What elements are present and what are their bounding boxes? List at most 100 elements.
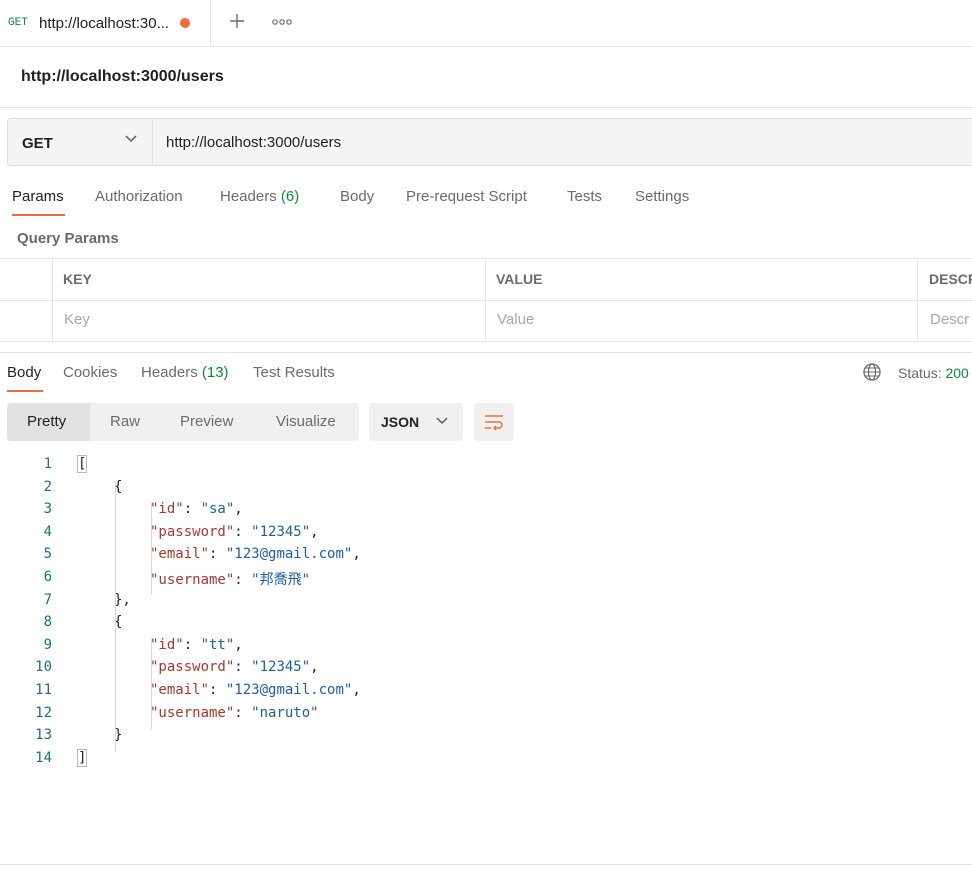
- line-number: 12: [35, 704, 52, 721]
- wrap-lines-icon: [484, 413, 504, 436]
- table-border: [0, 258, 972, 259]
- code-line: 5 "email": "123@gmail.com",: [0, 546, 972, 568]
- tab-params[interactable]: Params: [12, 188, 64, 205]
- tab-method-label: GET: [8, 17, 28, 29]
- value-input[interactable]: Value: [497, 311, 534, 328]
- line-number: 5: [43, 546, 52, 563]
- indent-guide: [151, 503, 152, 594]
- column-header-description: DESCR: [929, 271, 972, 287]
- line-number: 7: [43, 591, 52, 608]
- view-mode-selector: Pretty Raw Preview Visualize: [7, 403, 359, 441]
- tab-tests[interactable]: Tests: [567, 188, 602, 205]
- request-title[interactable]: http://localhost:3000/users: [21, 68, 224, 86]
- line-number: 1: [43, 456, 52, 472]
- url-bar: GET http://localhost:3000/users: [7, 118, 972, 166]
- code-text: "username": "邦喬飛": [150, 572, 311, 588]
- chevron-down-icon: [124, 131, 138, 148]
- tab-label: Params: [12, 188, 64, 205]
- method-select[interactable]: GET: [8, 119, 153, 165]
- line-number: 4: [43, 523, 52, 540]
- response-status: Status: 200: [898, 365, 969, 381]
- column-header-key: KEY: [63, 271, 92, 287]
- code-line: 12 "username": "naruto": [0, 705, 972, 727]
- tab-body[interactable]: Body: [340, 188, 374, 205]
- indent-guide: [151, 638, 152, 730]
- response-tab-test-results[interactable]: Test Results: [253, 364, 335, 381]
- code-text: },: [114, 591, 131, 608]
- tab-bar: GET http://localhost:30...: [0, 0, 972, 47]
- code-line: 7},: [0, 592, 972, 614]
- tab-label: Test Results: [253, 364, 335, 381]
- more-horizontal-icon[interactable]: [272, 14, 292, 30]
- code-line: 6 "username": "邦喬飛": [0, 569, 972, 591]
- code-line: 3 "id": "sa",: [0, 501, 972, 523]
- response-divider: [0, 352, 972, 353]
- code-text: "email": "123@gmail.com",: [150, 546, 361, 563]
- response-tab-body[interactable]: Body: [7, 364, 41, 381]
- tab-title: http://localhost:30...: [39, 15, 170, 32]
- tab-pre-request-script[interactable]: Pre-request Script: [406, 188, 527, 205]
- code-text: ]: [76, 748, 88, 767]
- code-text: "password": "12345",: [150, 523, 319, 540]
- code-line: 11 "email": "123@gmail.com",: [0, 682, 972, 704]
- code-line: 9 "id": "tt",: [0, 637, 972, 659]
- query-params-title: Query Params: [17, 230, 119, 247]
- response-tab-headers[interactable]: Headers (13): [141, 364, 229, 381]
- line-number: 11: [35, 682, 52, 698]
- tab-label: Headers: [141, 364, 198, 381]
- tab-label: Tests: [567, 188, 603, 205]
- tab-label: Pre-request Script: [406, 188, 527, 205]
- line-number: 2: [43, 478, 52, 495]
- chevron-down-icon: [435, 413, 449, 430]
- view-mode-pretty-label[interactable]: Pretty: [27, 413, 66, 430]
- tab-label: Settings: [635, 188, 690, 205]
- tab-label: Body: [7, 364, 42, 381]
- tab-label: Headers: [220, 188, 277, 205]
- response-tab-cookies[interactable]: Cookies: [63, 364, 117, 381]
- tab-authorization[interactable]: Authorization: [95, 188, 183, 205]
- line-number: 6: [43, 569, 52, 585]
- code-line: 2{: [0, 479, 972, 501]
- method-select-value: GET: [22, 135, 53, 152]
- table-border: [0, 341, 972, 342]
- key-input[interactable]: Key: [64, 311, 90, 328]
- code-line: 4 "password": "12345",: [0, 524, 972, 546]
- column-header-value: VALUE: [496, 271, 543, 287]
- description-input[interactable]: Descr: [930, 311, 969, 328]
- code-text: "username": "naruto": [150, 704, 319, 721]
- response-headers-count-badge: (13): [201, 364, 229, 381]
- headers-count-badge: (6): [280, 188, 300, 205]
- line-number: 10: [35, 659, 52, 676]
- url-input[interactable]: http://localhost:3000/users: [166, 134, 341, 151]
- code-line: 10 "password": "12345",: [0, 659, 972, 681]
- status-code: 200: [945, 365, 969, 381]
- line-number: 8: [43, 614, 52, 631]
- view-mode-visualize[interactable]: Visualize: [276, 413, 336, 430]
- code-line: 13}: [0, 727, 972, 749]
- tab-label: Authorization: [95, 188, 183, 205]
- format-select[interactable]: JSON: [369, 403, 463, 441]
- unsaved-dot-icon: [180, 18, 190, 28]
- tab-settings[interactable]: Settings: [635, 188, 689, 205]
- view-mode-raw[interactable]: Raw: [110, 413, 140, 430]
- line-number: 14: [35, 749, 52, 766]
- plus-icon[interactable]: [228, 12, 246, 34]
- code-text: "password": "12345",: [150, 659, 319, 676]
- code-line: 1[: [0, 455, 972, 478]
- active-response-tab-indicator: [7, 390, 43, 392]
- view-mode-preview[interactable]: Preview: [180, 413, 233, 430]
- tab-label: Body: [340, 188, 375, 205]
- wrap-lines-button[interactable]: [474, 403, 514, 441]
- status-label: Status:: [898, 365, 942, 381]
- code-line: 14]: [0, 748, 972, 772]
- divider: [0, 107, 972, 108]
- code-text: "id": "sa",: [150, 501, 243, 518]
- tab-headers[interactable]: Headers (6): [220, 188, 299, 205]
- footer-divider: [0, 864, 972, 865]
- globe-icon[interactable]: [862, 362, 882, 382]
- request-tab[interactable]: GET http://localhost:30...: [0, 0, 211, 46]
- code-line: 8{: [0, 614, 972, 636]
- line-number: 13: [35, 727, 52, 744]
- table-border: [0, 300, 972, 301]
- line-number: 9: [43, 636, 52, 653]
